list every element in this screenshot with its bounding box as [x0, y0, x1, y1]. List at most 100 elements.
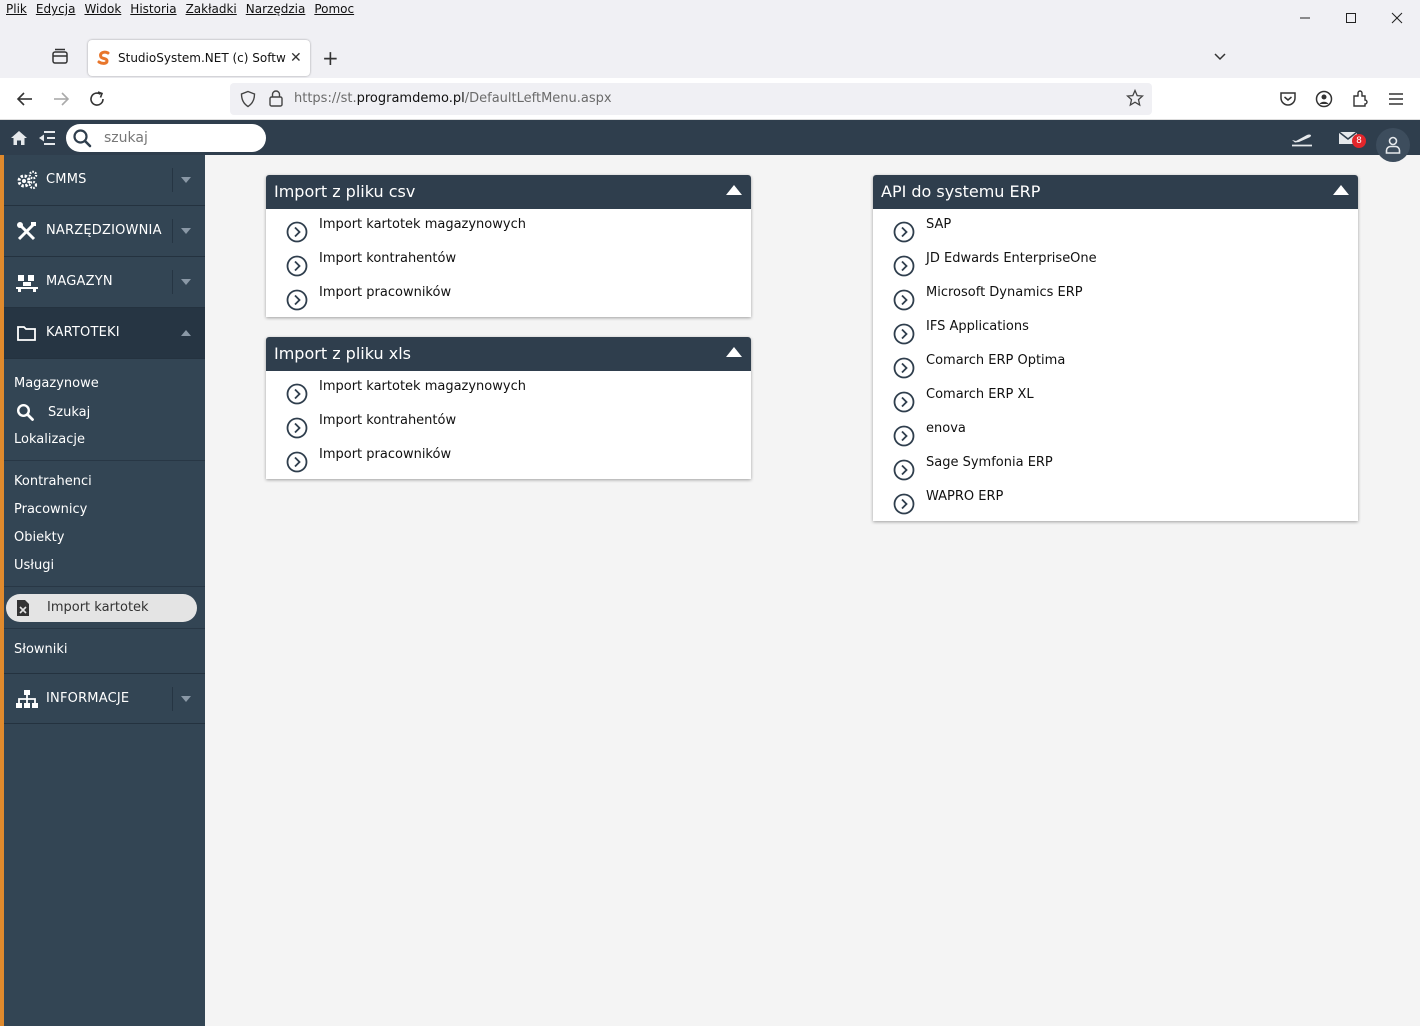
reload-icon[interactable] [87, 89, 107, 109]
list-item[interactable]: Comarch ERP XL [873, 383, 1358, 417]
forward-icon[interactable] [51, 89, 71, 109]
list-item[interactable]: Import kartotek magazynowych [266, 213, 751, 247]
list-item-label: IFS Applications [926, 319, 1029, 334]
back-icon[interactable] [15, 89, 35, 109]
collapse-menu-icon[interactable] [38, 129, 56, 147]
list-item-label: Import pracowników [319, 285, 452, 300]
list-item[interactable]: Import pracowników [266, 281, 751, 315]
app-search [66, 124, 266, 152]
pocket-icon[interactable] [1278, 89, 1298, 109]
list-item[interactable]: Microsoft Dynamics ERP [873, 281, 1358, 315]
plane-departure-icon[interactable] [1290, 129, 1314, 147]
chevron-circle-right-icon [286, 451, 308, 473]
hamburger-menu-icon[interactable] [1386, 89, 1406, 109]
search-icon [73, 129, 92, 148]
chevron-circle-right-icon [286, 289, 308, 311]
caret-down-icon[interactable] [181, 279, 191, 285]
list-item-label: Import kartotek magazynowych [319, 217, 526, 232]
url-domain: programdemo.pl [356, 91, 465, 106]
url-text: https://st.programdemo.pl/DefaultLeftMen… [294, 91, 612, 106]
sidebar-item-lokalizacje[interactable]: Lokalizacje [14, 432, 85, 447]
caret-down-icon[interactable] [181, 228, 191, 234]
panel-list: SAP JD Edwards EnterpriseOne Microsoft D… [873, 209, 1358, 519]
search-input[interactable] [104, 127, 254, 149]
list-item-label: Import kontrahentów [319, 251, 457, 266]
lock-icon[interactable] [268, 89, 284, 107]
menu-plik[interactable]: Plik [6, 2, 27, 16]
list-item[interactable]: Sage Symfonia ERP [873, 451, 1358, 485]
sidebar-section-kartoteki[interactable]: KARTOTEKI [4, 308, 205, 359]
shield-icon[interactable] [239, 90, 257, 108]
user-menu-button[interactable] [1376, 128, 1410, 162]
collapse-panel-icon[interactable] [726, 347, 742, 357]
bookmark-star-icon[interactable] [1126, 89, 1144, 107]
chevron-circle-right-icon [286, 417, 308, 439]
minimize-icon [1300, 17, 1310, 19]
tab-overview-icon[interactable] [50, 48, 70, 66]
close-tab-icon[interactable]: ✕ [290, 50, 302, 66]
sidebar-section-cmms[interactable]: CMMS [4, 155, 205, 206]
new-tab-button[interactable]: + [322, 46, 339, 70]
app-container: 8 CMMS NARZĘDZIOWNIA MAGAZYN KARTOTEKI [0, 120, 1420, 1026]
excel-file-icon [17, 600, 29, 616]
menu-narzedzia[interactable]: Narzędzia [246, 2, 306, 16]
menu-edycja[interactable]: Edycja [36, 2, 76, 16]
list-item-label: Import pracowników [319, 447, 452, 462]
sidebar-item-kontrahenci[interactable]: Kontrahenci [14, 474, 92, 489]
section-divider [172, 219, 173, 243]
sidebar-section-magazyn[interactable]: MAGAZYN [4, 257, 205, 308]
extensions-icon[interactable] [1350, 89, 1370, 109]
minimize-button[interactable] [1282, 0, 1328, 36]
close-window-button[interactable] [1374, 0, 1420, 36]
home-icon[interactable] [10, 129, 28, 147]
sidebar-item-szukaj[interactable]: Szukaj [16, 403, 90, 421]
panel-title: Import z pliku csv [274, 182, 416, 201]
list-item-label: Import kontrahentów [319, 413, 457, 428]
studiosystem-favicon [97, 50, 110, 65]
sidebar-section-informacje[interactable]: INFORMACJE [4, 673, 205, 724]
list-item[interactable]: JD Edwards EnterpriseOne [873, 247, 1358, 281]
menu-pomoc[interactable]: Pomoc [314, 2, 354, 16]
caret-down-icon[interactable] [181, 696, 191, 702]
menu-historia[interactable]: Historia [130, 2, 176, 16]
list-item[interactable]: SAP [873, 213, 1358, 247]
chevron-down-icon[interactable] [1212, 48, 1228, 64]
mail-count-badge: 8 [1352, 134, 1366, 148]
list-item[interactable]: Import kontrahentów [266, 409, 751, 443]
list-item[interactable]: Import kontrahentów [266, 247, 751, 281]
sidebar-section-narzedziownia[interactable]: NARZĘDZIOWNIA [4, 206, 205, 257]
sidebar-item-slowniki[interactable]: Słowniki [14, 642, 68, 657]
list-item[interactable]: Import pracowników [266, 443, 751, 477]
caret-down-icon[interactable] [181, 177, 191, 183]
menu-zakladki[interactable]: Zakładki [186, 2, 237, 16]
panel-list: Import kartotek magazynowych Import kont… [266, 209, 751, 315]
list-item-label: JD Edwards EnterpriseOne [926, 251, 1097, 266]
browser-tab[interactable]: StudioSystem.NET (c) SoftwareStudio ✕ [88, 40, 310, 76]
list-item[interactable]: Import kartotek magazynowych [266, 375, 751, 409]
tab-title: StudioSystem.NET (c) SoftwareStudio [118, 51, 286, 65]
sidebar-item-import-kartotek[interactable]: Import kartotek [6, 594, 197, 622]
collapse-panel-icon[interactable] [726, 185, 742, 195]
list-item-label: Microsoft Dynamics ERP [926, 285, 1083, 300]
list-item-label: enova [926, 421, 966, 436]
list-item[interactable]: enova [873, 417, 1358, 451]
sidebar-item-magazynowe[interactable]: Magazynowe [14, 376, 99, 391]
sidebar: CMMS NARZĘDZIOWNIA MAGAZYN KARTOTEKI Mag… [0, 155, 205, 1026]
menu-widok[interactable]: Widok [84, 2, 121, 16]
sidebar-item-uslugi[interactable]: Usługi [14, 558, 54, 573]
account-icon[interactable] [1314, 89, 1334, 109]
list-item[interactable]: WAPRO ERP [873, 485, 1358, 519]
address-bar[interactable]: https://st.programdemo.pl/DefaultLeftMen… [230, 83, 1152, 115]
caret-up-icon[interactable] [181, 330, 191, 336]
list-item[interactable]: Comarch ERP Optima [873, 349, 1358, 383]
panel-header: Import z pliku csv [266, 175, 751, 209]
sidebar-divider [4, 460, 205, 461]
chevron-circle-right-icon [893, 323, 915, 345]
chevron-circle-right-icon [893, 425, 915, 447]
maximize-button[interactable] [1328, 0, 1374, 36]
collapse-panel-icon[interactable] [1333, 185, 1349, 195]
sidebar-item-obiekty[interactable]: Obiekty [14, 530, 64, 545]
sidebar-item-pracownicy[interactable]: Pracownicy [14, 502, 87, 517]
sidebar-section-label: NARZĘDZIOWNIA [46, 223, 162, 238]
list-item[interactable]: IFS Applications [873, 315, 1358, 349]
